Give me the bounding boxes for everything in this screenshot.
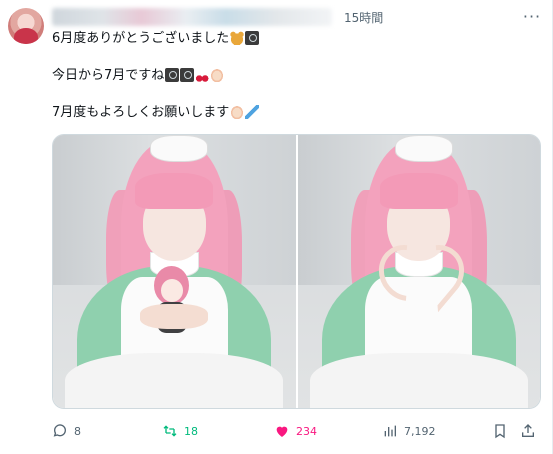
retweet-button[interactable]: 18 [162, 421, 198, 441]
like-count: 234 [296, 424, 317, 438]
post-text-line-1: 6月度ありがとうございました [52, 30, 260, 48]
post-text-1: 6月度ありがとうございました [52, 31, 230, 46]
views-chart-icon [384, 425, 396, 437]
tweet-post[interactable]: 15時間 ··· 6月度ありがとうございました 今日から7月ですね 7月度もよろ… [0, 0, 553, 454]
post-text-2: 今日から7月ですね [52, 68, 165, 83]
reply-icon [53, 424, 66, 437]
reply-button[interactable]: 8 [52, 421, 81, 441]
retweet-icon [163, 425, 177, 437]
avatar[interactable] [8, 8, 44, 44]
reply-count: 8 [74, 424, 81, 438]
photo-1[interactable] [53, 135, 296, 408]
bookmark-icon [495, 424, 505, 439]
cherries-emoji-icon [195, 68, 210, 82]
like-button[interactable]: 234 [274, 421, 317, 441]
post-time[interactable]: 15時間 [344, 9, 383, 26]
more-options-icon[interactable]: ··· [520, 4, 544, 28]
author-name-blurred[interactable] [52, 8, 332, 26]
heart-icon [276, 426, 288, 437]
views-count: 7,192 [404, 424, 436, 438]
action-bar: 8 18 234 7,192 [52, 421, 541, 441]
post-text-3: 7月度もよろしくお願いします [52, 105, 230, 120]
views-button[interactable]: 7,192 [382, 421, 436, 441]
retweet-count: 18 [184, 424, 198, 438]
kite-emoji-icon [245, 105, 260, 119]
post-text-line-3: 7月度もよろしくお願いします [52, 104, 260, 122]
heart-hands-emoji-icon [210, 68, 225, 82]
heart-hands-emoji-icon [230, 105, 245, 119]
bear-emoji-icon [230, 31, 245, 45]
camera-emoji-icon [245, 31, 260, 45]
heart-hands-gesture [380, 244, 462, 304]
post-text-line-2: 今日から7月ですね [52, 67, 225, 85]
media-grid [52, 134, 541, 409]
camera-emoji-icon [165, 68, 180, 82]
camera-emoji-icon [180, 68, 195, 82]
photo-2[interactable] [297, 135, 540, 408]
share-button[interactable] [520, 421, 536, 441]
share-icon [522, 424, 534, 437]
bookmark-button[interactable] [492, 421, 508, 441]
